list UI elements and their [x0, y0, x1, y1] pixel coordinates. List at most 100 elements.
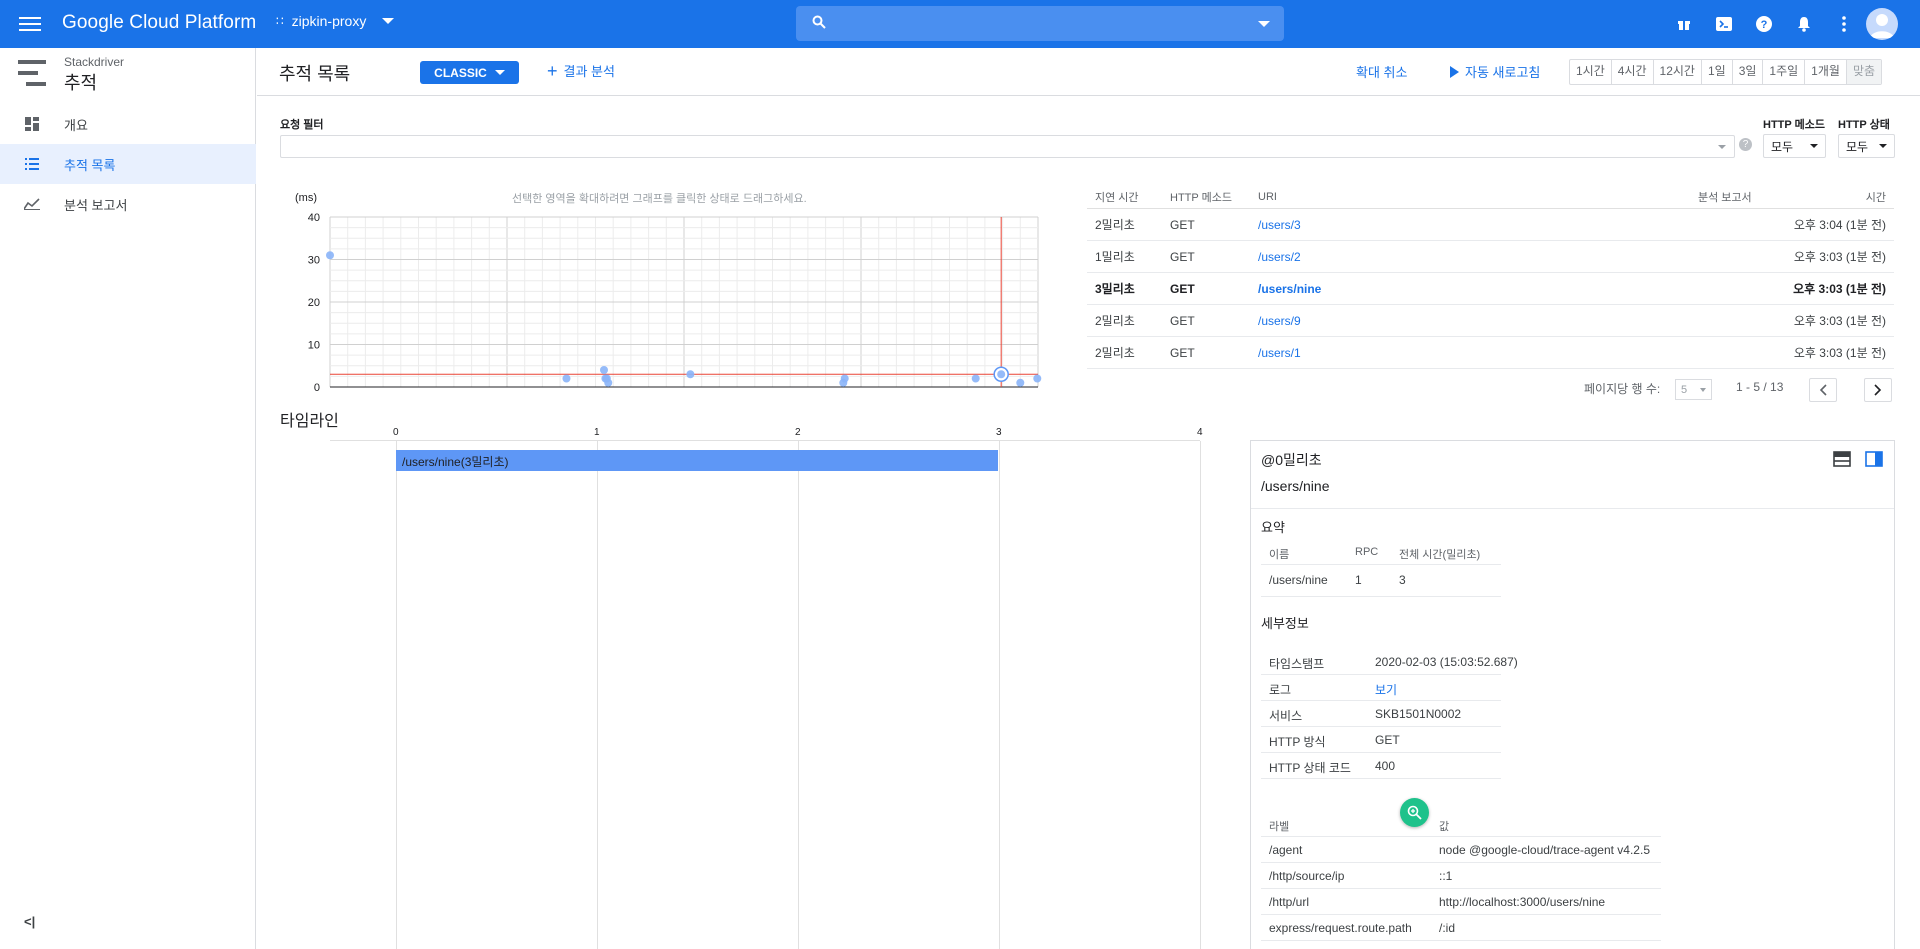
range-custom[interactable]: 맞춤 — [1846, 60, 1882, 84]
timeline-gridline — [597, 441, 598, 949]
data-point[interactable] — [971, 374, 980, 383]
timeline-title: 타임라인 — [280, 413, 339, 430]
span-path: /users/nine — [1261, 478, 1330, 494]
chevron-right-icon — [1874, 384, 1882, 396]
help-icon[interactable]: ? — [1752, 12, 1776, 36]
rows-per-page-label: 페이지당 행 수: — [1584, 382, 1661, 396]
notifications-icon[interactable] — [1792, 12, 1816, 36]
header-time[interactable]: 시간 — [1788, 189, 1894, 205]
span-detail-panel: @0밀리초 /users/nine 요약 이름 RPC 전체 시간(밀리초) /… — [1250, 440, 1895, 949]
data-point[interactable] — [686, 370, 695, 379]
more-vert-icon[interactable] — [1832, 12, 1856, 36]
sidebar-item-analysis-reports[interactable]: 분석 보고서 — [0, 184, 256, 224]
table-row[interactable]: 2밀리초 GET/users/1 오후 3:03 (1분 전) — [1087, 337, 1894, 369]
range-1h[interactable]: 1시간 — [1570, 60, 1612, 84]
table-row[interactable]: 2밀리초 GET/users/3 오후 3:04 (1분 전) — [1087, 209, 1894, 241]
header-latency[interactable]: 지연 시간 — [1087, 189, 1170, 205]
chevron-down-icon[interactable] — [1718, 145, 1726, 149]
labels-header-key: 라벨 — [1269, 821, 1290, 833]
gift-icon[interactable] — [1672, 12, 1696, 36]
divider — [1261, 836, 1661, 837]
analytics-icon — [24, 196, 40, 212]
label-key: /http/url — [1269, 895, 1310, 909]
cell-uri[interactable]: /users/9 — [1258, 314, 1698, 328]
cell-latency: 3밀리초 — [1095, 282, 1135, 296]
zoom-cancel-button[interactable]: 확대 취소 — [1356, 62, 1407, 81]
chevron-down-icon[interactable] — [1258, 21, 1270, 27]
http-method-dropdown[interactable]: 모두 — [1763, 134, 1826, 158]
header-uri[interactable]: URI — [1258, 191, 1698, 203]
header-analysis[interactable]: 분석 보고서 — [1698, 189, 1788, 205]
next-page-button[interactable] — [1864, 378, 1892, 402]
detail-key: HTTP 상태 코드 — [1269, 761, 1351, 775]
auto-refresh-label: 자동 새로고침 — [1465, 65, 1541, 80]
svg-text:?: ? — [1761, 19, 1768, 31]
data-point[interactable] — [599, 366, 608, 374]
search-bar[interactable] — [796, 6, 1284, 41]
data-point[interactable] — [840, 374, 849, 383]
zoom-fab-button[interactable] — [1400, 798, 1429, 827]
timeline-tick: 4 — [1197, 427, 1203, 438]
classic-view-dropdown[interactable]: CLASSIC — [420, 61, 519, 84]
rows-per-page-value: 5 — [1681, 383, 1688, 396]
latency-scatter-chart[interactable]: 0 10 20 30 40 — [280, 185, 1050, 395]
range-3d[interactable]: 3일 — [1733, 60, 1764, 84]
range-4h[interactable]: 4시간 — [1612, 60, 1654, 84]
data-point[interactable] — [604, 378, 613, 387]
data-point[interactable] — [562, 374, 571, 383]
data-point[interactable] — [1016, 378, 1025, 387]
range-1m[interactable]: 1개월 — [1805, 60, 1847, 84]
detail-value: GET — [1375, 733, 1400, 747]
timeline-gridline — [396, 441, 397, 949]
sidebar-item-trace-list[interactable]: 추적 목록 — [0, 144, 256, 184]
prev-page-button[interactable] — [1809, 378, 1837, 402]
summary-title: 요약 — [1261, 520, 1285, 535]
cell-time: 오후 3:03 (1분 전) — [1793, 250, 1886, 264]
timeline-gridline — [798, 441, 799, 949]
table-row[interactable]: 1밀리초 GET/users/2 오후 3:03 (1분 전) — [1087, 241, 1894, 273]
header-method[interactable]: HTTP 메소드 — [1170, 189, 1258, 205]
chevron-down-icon — [1810, 144, 1818, 148]
brand-title[interactable]: Google Cloud Platform — [62, 12, 256, 34]
cell-uri[interactable]: /users/1 — [1258, 346, 1698, 360]
view-logs-link[interactable]: 보기 — [1375, 681, 1397, 698]
timeline-gridline — [1200, 441, 1201, 949]
sidebar-item-overview[interactable]: 개요 — [0, 104, 256, 144]
table-row[interactable]: 3밀리초 GET/users/nine 오후 3:03 (1분 전) — [1087, 273, 1894, 305]
rows-per-page-select[interactable]: 5 — [1675, 379, 1712, 400]
list-icon — [24, 156, 40, 172]
table-row[interactable]: 2밀리초 GET/users/9 오후 3:03 (1분 전) — [1087, 305, 1894, 337]
horizontal-split-icon[interactable] — [1833, 451, 1851, 467]
help-icon[interactable]: ? — [1739, 138, 1752, 151]
divider — [1261, 778, 1501, 779]
timeline-span-bar[interactable]: /users/nine(3밀리초) — [396, 450, 998, 471]
collapse-sidebar-button[interactable]: <| — [24, 914, 35, 929]
analyze-results-button[interactable]: + 결과 분석 — [547, 61, 615, 80]
summary-name: /users/nine — [1269, 573, 1328, 587]
range-1w[interactable]: 1주일 — [1763, 60, 1806, 84]
account-avatar[interactable] — [1866, 8, 1898, 40]
data-point[interactable] — [326, 251, 334, 260]
data-point[interactable] — [1033, 374, 1042, 383]
project-selector[interactable]: ∷ zipkin-proxy — [276, 13, 395, 29]
cell-uri[interactable]: /users/2 — [1258, 250, 1698, 264]
page-header: 추적 목록 CLASSIC + 결과 분석 확대 취소 자동 새로고침 1시간 … — [257, 48, 1920, 96]
cloud-shell-icon[interactable] — [1712, 12, 1736, 36]
divider — [1261, 596, 1501, 597]
http-status-dropdown[interactable]: 모두 — [1838, 134, 1895, 158]
cell-uri[interactable]: /users/nine — [1258, 282, 1698, 296]
data-point[interactable] — [997, 370, 1006, 379]
request-filter-input[interactable] — [280, 135, 1735, 158]
dashboard-icon — [24, 116, 40, 132]
y-tick-label: 0 — [314, 382, 320, 394]
range-1d[interactable]: 1일 — [1702, 60, 1733, 84]
vertical-split-icon[interactable] — [1865, 451, 1883, 467]
cell-latency: 2밀리초 — [1095, 218, 1135, 232]
menu-icon[interactable] — [16, 10, 44, 38]
cell-uri[interactable]: /users/3 — [1258, 218, 1698, 232]
range-12h[interactable]: 12시간 — [1654, 60, 1702, 84]
summary-rpc: 1 — [1355, 573, 1362, 587]
auto-refresh-button[interactable]: 자동 새로고침 — [1450, 62, 1540, 81]
y-tick-label: 40 — [308, 212, 320, 224]
timeline-tick: 2 — [795, 427, 801, 438]
